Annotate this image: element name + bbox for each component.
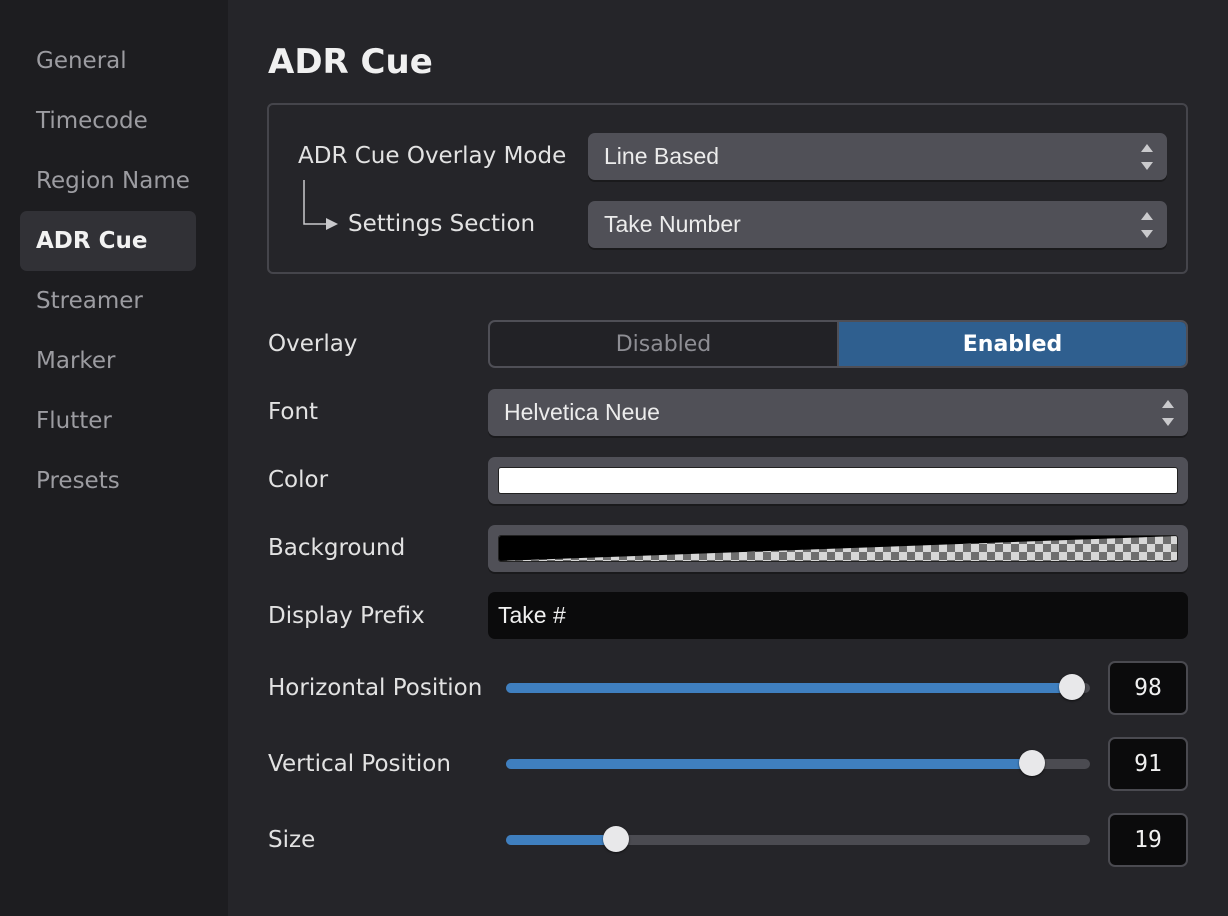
sidebar-item-presets[interactable]: Presets bbox=[20, 451, 196, 511]
background-color-picker[interactable] bbox=[488, 525, 1188, 572]
overlay-toggle: Disabled Enabled bbox=[488, 320, 1188, 368]
color-picker[interactable] bbox=[488, 457, 1188, 504]
vertical-position-slider[interactable] bbox=[506, 750, 1090, 778]
sidebar-item-flutter[interactable]: Flutter bbox=[20, 391, 196, 451]
size-value[interactable]: 19 bbox=[1108, 813, 1188, 867]
overlay-disabled-button[interactable]: Disabled bbox=[490, 322, 839, 366]
corner-arrow-icon bbox=[303, 180, 338, 230]
slider-thumb[interactable] bbox=[1018, 750, 1045, 776]
sidebar-item-timecode[interactable]: Timecode bbox=[20, 91, 196, 151]
slider-thumb[interactable] bbox=[1059, 674, 1086, 700]
main-panel: ADR Cue ADR Cue Overlay Mode Line Based … bbox=[228, 0, 1228, 916]
font-value: Helvetica Neue bbox=[504, 399, 660, 425]
up-down-stepper-icon bbox=[1162, 399, 1174, 426]
sidebar-item-marker[interactable]: Marker bbox=[20, 331, 196, 391]
page-title: ADR Cue bbox=[268, 42, 433, 82]
sidebar-item-region-name[interactable]: Region Name bbox=[20, 151, 196, 211]
horizontal-position-label: Horizontal Position bbox=[268, 675, 483, 701]
up-down-stepper-icon bbox=[1141, 211, 1153, 238]
font-label: Font bbox=[268, 399, 319, 425]
background-swatch bbox=[498, 535, 1178, 562]
settings-section-select[interactable]: Take Number bbox=[588, 201, 1167, 248]
up-down-stepper-icon bbox=[1141, 143, 1153, 170]
slider-fill bbox=[506, 683, 1073, 693]
settings-section-value: Take Number bbox=[604, 211, 741, 237]
display-prefix-input[interactable] bbox=[488, 592, 1188, 639]
font-select[interactable]: Helvetica Neue bbox=[488, 389, 1188, 436]
slider-fill bbox=[506, 759, 1032, 769]
overlay-mode-value: Line Based bbox=[604, 143, 720, 169]
vertical-position-label: Vertical Position bbox=[268, 751, 451, 777]
overlay-enabled-button[interactable]: Enabled bbox=[839, 322, 1186, 366]
overlay-mode-group bbox=[267, 103, 1188, 274]
size-slider[interactable] bbox=[506, 826, 1090, 854]
sidebar-item-general[interactable]: General bbox=[20, 31, 196, 91]
slider-thumb[interactable] bbox=[602, 826, 629, 852]
settings-section-label: Settings Section bbox=[348, 211, 536, 237]
sidebar: General Timecode Region Name ADR Cue Str… bbox=[0, 0, 228, 916]
overlay-mode-select[interactable]: Line Based bbox=[588, 133, 1167, 180]
color-label: Color bbox=[268, 467, 329, 493]
display-prefix-label: Display Prefix bbox=[268, 603, 425, 629]
vertical-position-value[interactable]: 91 bbox=[1108, 737, 1188, 791]
background-label: Background bbox=[268, 535, 406, 561]
sidebar-item-streamer[interactable]: Streamer bbox=[20, 271, 196, 331]
sidebar-item-adr-cue[interactable]: ADR Cue bbox=[20, 211, 196, 271]
overlay-mode-label: ADR Cue Overlay Mode bbox=[298, 143, 567, 169]
overlay-label: Overlay bbox=[268, 331, 358, 357]
slider-fill bbox=[506, 835, 616, 845]
size-label: Size bbox=[268, 827, 316, 853]
color-swatch bbox=[498, 467, 1178, 494]
horizontal-position-slider[interactable] bbox=[506, 674, 1090, 702]
horizontal-position-value[interactable]: 98 bbox=[1108, 661, 1188, 715]
